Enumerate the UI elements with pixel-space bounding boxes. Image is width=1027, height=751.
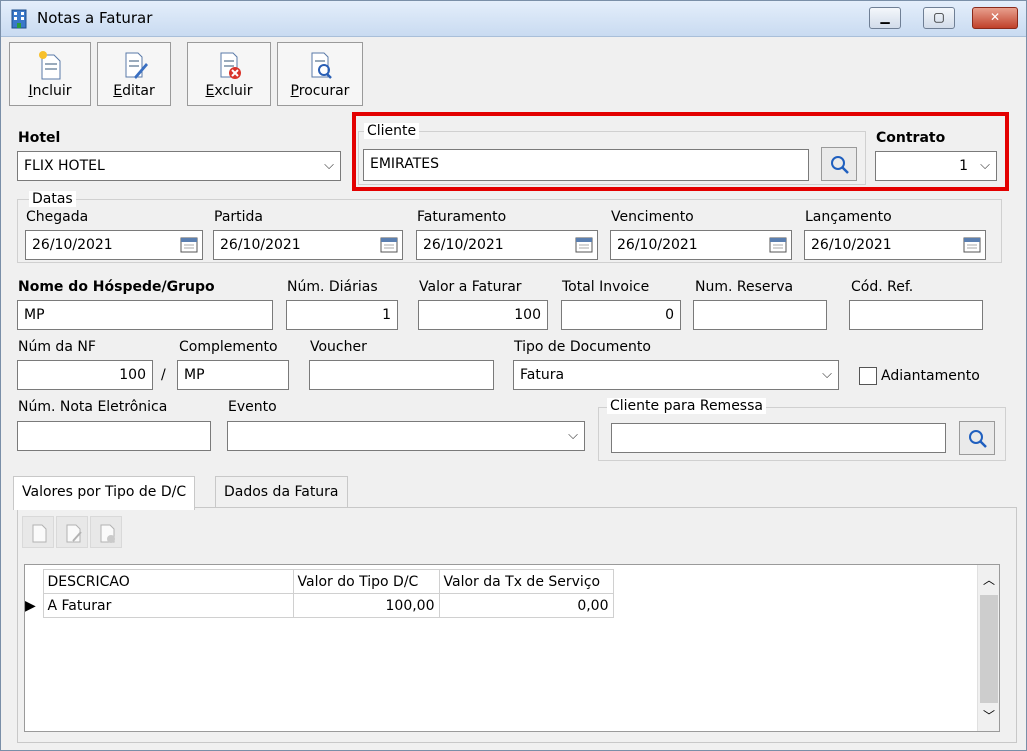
table-row[interactable]: ▶ A Faturar 100,00 0,00 [25,593,614,618]
scroll-thumb[interactable] [980,595,998,703]
column-valor-tipo-dc[interactable]: Valor do Tipo D/C [292,569,440,594]
calendar-icon[interactable] [963,236,981,254]
valor-faturar-label: Valor a Faturar [419,279,522,295]
chevron-down-icon: ⌵ [568,428,578,443]
procurar-button[interactable]: Procurar [277,42,363,106]
tab-dados-fatura[interactable]: Dados da Fatura [215,476,348,508]
vencimento-label: Vencimento [611,209,694,225]
building-icon [11,9,27,29]
evento-label: Evento [228,399,277,415]
num-nf-input[interactable]: 100 [17,360,153,390]
adiantamento-label: Adiantamento [881,368,980,384]
grid-table: DESCRICAO Valor do Tipo D/C Valor da Tx … [25,569,614,618]
chegada-label: Chegada [26,209,89,225]
grid-scrollbar[interactable]: ︿ ﹀ [977,565,999,731]
search-icon [969,430,987,448]
lancamento-label: Lançamento [805,209,892,225]
highlight-box [352,112,1009,191]
cliente-remessa-input[interactable] [611,423,946,453]
editar-button[interactable]: Editar [97,42,171,106]
maximize-button[interactable]: ▢ [923,7,955,29]
num-reserva-label: Num. Reserva [695,279,794,295]
grid-toolbar [22,516,132,550]
grid-delete-button[interactable] [90,516,122,548]
cliente-remessa-label: Cliente para Remessa [607,398,766,414]
nota-eletronica-label: Núm. Nota Eletrônica [18,399,168,415]
chevron-down-icon[interactable]: ﹀ [978,707,1000,724]
num-reserva-input[interactable] [693,300,827,330]
grid-add-button[interactable] [22,516,54,548]
valor-faturar-input[interactable]: 100 [418,300,548,330]
minimize-button[interactable]: ▁ [869,7,901,29]
cliente-remessa-search-button[interactable] [959,421,995,455]
column-descricao[interactable]: DESCRICAO [42,569,294,594]
calendar-icon[interactable] [180,236,198,254]
datas-label: Datas [29,191,76,207]
total-invoice-input[interactable]: 0 [561,300,681,330]
chevron-up-icon[interactable]: ︿ [978,571,1000,588]
tab-valores-tipo-dc[interactable]: Valores por Tipo de D/C [13,476,196,510]
partida-date-input[interactable]: 26/10/2021 [213,230,403,260]
column-valor-tx-servico[interactable]: Valor da Tx de Serviço [438,569,614,594]
cell-valor-tx-servico[interactable]: 0,00 [438,593,614,618]
calendar-icon[interactable] [575,236,593,254]
complemento-label: Complemento [179,339,278,355]
nota-eletronica-input[interactable] [17,421,211,451]
hospede-input[interactable]: MP [17,300,273,330]
cell-descricao[interactable]: A Faturar [42,593,294,618]
search-document-icon [311,52,332,79]
close-button[interactable]: ✕ [972,7,1018,29]
faturamento-label: Faturamento [417,209,507,225]
chevron-down-icon: ⌵ [822,367,832,382]
grid-edit-button[interactable] [56,516,88,548]
nf-separator: / [161,367,166,383]
voucher-input[interactable] [309,360,494,390]
maximize-icon: ▢ [933,10,945,24]
edit-document-icon [66,524,82,543]
incluir-button[interactable]: Incluir [9,42,91,106]
vencimento-date-input[interactable]: 26/10/2021 [610,230,792,260]
hotel-label: Hotel [18,130,61,146]
close-icon: ✕ [989,10,1001,24]
row-indicator-icon: ▶ [25,597,36,614]
excluir-button[interactable]: Excluir [187,42,271,106]
partida-label: Partida [214,209,263,225]
tipo-documento-label: Tipo de Documento [514,339,651,355]
lancamento-date-input[interactable]: 26/10/2021 [804,230,986,260]
calendar-icon[interactable] [769,236,787,254]
tab-content: DESCRICAO Valor do Tipo D/C Valor da Tx … [17,507,1017,743]
delete-document-icon [220,52,241,79]
minimize-icon: ▁ [880,10,890,24]
edit-document-icon [125,52,148,79]
faturamento-date-input[interactable]: 26/10/2021 [416,230,598,260]
cod-ref-input[interactable] [849,300,983,330]
cell-valor-tipo-dc[interactable]: 100,00 [292,593,440,618]
window-title: Notas a Faturar [37,9,153,27]
tipo-documento-combo[interactable]: Fatura ⌵ [513,360,839,390]
complemento-input[interactable]: MP [177,360,289,390]
total-invoice-label: Total Invoice [562,279,650,295]
new-document-icon [39,51,61,80]
adiantamento-checkbox[interactable] [859,367,877,385]
chegada-date-input[interactable]: 26/10/2021 [25,230,203,260]
voucher-label: Voucher [310,339,367,355]
evento-combo[interactable]: ⌵ [227,421,585,451]
title-bar: Notas a Faturar ▁ ▢ ✕ [1,1,1026,37]
chevron-down-icon: ⌵ [324,158,334,173]
window: Notas a Faturar ▁ ▢ ✕ Incluir Editar Exc… [0,0,1027,751]
new-document-icon [32,524,47,543]
toolbar: Incluir Editar Excluir Procurar [1,38,1026,108]
hospede-label: Nome do Hóspede/Grupo [18,279,215,295]
hotel-combo[interactable]: FLIX HOTEL ⌵ [17,151,341,181]
valores-grid: DESCRICAO Valor do Tipo D/C Valor da Tx … [24,564,1000,732]
num-nf-label: Núm da NF [18,339,96,355]
diarias-label: Núm. Diárias [287,279,378,295]
cod-ref-label: Cód. Ref. [851,279,914,295]
delete-document-icon [100,524,115,543]
grid-header-row: DESCRICAO Valor do Tipo D/C Valor da Tx … [25,569,614,594]
calendar-icon[interactable] [380,236,398,254]
diarias-input[interactable]: 1 [286,300,398,330]
